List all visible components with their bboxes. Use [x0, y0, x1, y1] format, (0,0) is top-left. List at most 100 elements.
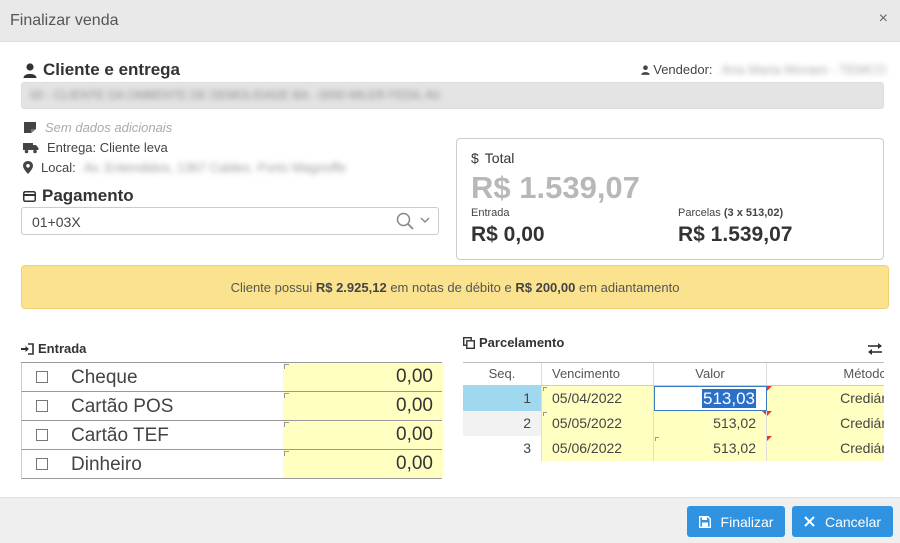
customer-balance-alert: Cliente possui R$ 2.925,12 em notas de d…: [21, 265, 889, 309]
entrada-row-label: Cartão TEF: [71, 425, 169, 446]
client-value: 00 - CLIENTE DA OMBENTE DE DEMOLIDADE BA…: [30, 88, 443, 102]
dialog-titlebar: Finalizar venda ×: [0, 0, 900, 42]
swap-icon[interactable]: [867, 342, 883, 355]
entrada-heading-label: Entrada: [38, 341, 87, 356]
save-icon: [698, 515, 711, 528]
cancelar-label: Cancelar: [824, 513, 882, 530]
vendedor-label: Vendedor:: [653, 62, 713, 77]
checkbox[interactable]: [36, 429, 48, 441]
cell-corner-marker: [767, 411, 772, 416]
note-icon: [24, 122, 36, 133]
notice-advance: R$ 200,00: [515, 280, 576, 295]
map-pin-icon: [23, 161, 33, 174]
additional-data-label: Sem dados adicionais: [45, 120, 173, 135]
entrada-row-label: Dinheiro: [71, 454, 142, 475]
column-header-vencimento[interactable]: Vencimento: [542, 363, 654, 385]
total-value: R$ 1.539,07: [471, 170, 640, 205]
cell-vencimento-text: 05/06/2022: [552, 440, 623, 456]
cell-valor[interactable]: 513,02: [654, 436, 767, 461]
notice-text-3: em adiantamento: [578, 280, 680, 295]
cell-metodo-text: Crediár: [840, 390, 884, 406]
payment-select[interactable]: 01+03X: [21, 207, 439, 235]
user-small-icon: [641, 64, 650, 75]
location-label: Local:: [41, 160, 76, 175]
copy-icon: [463, 336, 475, 349]
notice-text-1: Cliente possui: [230, 280, 313, 295]
total-summary-box: $ Total R$ 1.539,07 Entrada R$ 0,00 Parce…: [456, 138, 884, 260]
checkbox[interactable]: [36, 371, 48, 383]
entrada-row: Dinheiro 0,00: [21, 450, 443, 479]
checkbox[interactable]: [36, 400, 48, 412]
location-value: Av. Entendidos, 1367 Caldes. Porto Magno…: [83, 160, 347, 175]
parcelas-label: Parcelas: [678, 207, 721, 219]
cell-corner-marker: [543, 412, 547, 416]
cell-corner-marker: [767, 436, 772, 441]
column-header-seq[interactable]: Seq.: [463, 363, 542, 385]
checkbox[interactable]: [36, 458, 48, 470]
cell-metodo[interactable]: Crediár: [767, 386, 884, 411]
search-icon[interactable]: [396, 212, 414, 230]
entrada-row-value[interactable]: 0,00: [283, 392, 443, 420]
notice-text-2: em notas de débito e: [390, 280, 512, 295]
truck-icon: [23, 142, 39, 153]
entrada-row-value[interactable]: 0,00: [283, 363, 443, 391]
cell-seq[interactable]: 1: [463, 386, 542, 411]
vendedor-info: Vendedor: Ana Maria Moraes - TEMCO: [641, 62, 886, 77]
client-field[interactable]: 00 - CLIENTE DA OMBENTE DE DEMOLIDADE BA…: [21, 82, 884, 109]
entrada-row-value[interactable]: 0,00: [283, 421, 443, 449]
table-row[interactable]: 2 05/05/2022 513,02 Crediár: [463, 411, 884, 436]
cliente-heading: Cliente e entrega: [23, 60, 180, 80]
cell-seq[interactable]: 3: [463, 436, 542, 461]
entrada-summary-label: Entrada: [471, 207, 510, 219]
finalizar-label: Finalizar: [720, 513, 774, 530]
entrada-row-value[interactable]: 0,00: [283, 450, 443, 478]
cancelar-button[interactable]: Cancelar: [792, 506, 893, 537]
notice-debit: R$ 2.925,12: [315, 280, 387, 295]
total-label-row: $ Total: [471, 150, 514, 166]
entrada-row-label: Cheque: [71, 367, 138, 388]
cell-vencimento[interactable]: 05/06/2022: [542, 436, 654, 461]
entrada-row: Cartão TEF 0,00: [21, 421, 443, 450]
column-header-metodo[interactable]: Métodc: [767, 363, 884, 385]
table-row[interactable]: 3 05/06/2022 513,02 Crediár: [463, 436, 884, 461]
cell-metodo[interactable]: Crediár: [767, 411, 884, 436]
parcelas-detail: (3 x 513,02): [723, 207, 784, 219]
vendedor-value: Ana Maria Moraes - TEMCO: [721, 62, 886, 77]
cell-seq[interactable]: 2: [463, 411, 542, 436]
table-row[interactable]: 1 05/04/2022 513,03 Crediár: [463, 386, 884, 411]
entrada-row-label: Cartão POS: [71, 396, 174, 417]
cell-valor-editing[interactable]: 513,03: [654, 386, 767, 411]
cell-corner-marker: [655, 437, 659, 441]
additional-data-row[interactable]: Sem dados adicionais: [23, 120, 172, 135]
pagamento-heading-label: Pagamento: [42, 186, 134, 205]
parcelamento-heading-label: Parcelamento: [479, 335, 565, 350]
chevron-down-icon[interactable]: [420, 216, 430, 224]
parcelamento-grid: Seq. Vencimento Valor Métodc 1 05/04/202…: [463, 362, 884, 461]
cell-valor-text: 513,02: [713, 440, 756, 456]
entrada-heading: Entrada: [21, 341, 86, 356]
finalizar-button[interactable]: Finalizar: [687, 506, 785, 537]
cell-valor-text: 513,03: [702, 389, 756, 408]
close-icon[interactable]: ×: [879, 10, 888, 28]
cell-metodo-text: Crediár: [840, 440, 884, 456]
dialog-footer: Finalizar Cancelar: [0, 497, 900, 543]
dialog-title: Finalizar venda: [10, 12, 119, 29]
column-header-valor[interactable]: Valor: [654, 363, 767, 385]
entrada-table: Cheque 0,00 Cartão POS 0,00 Cartão TEF 0…: [21, 362, 443, 479]
cell-vencimento[interactable]: 05/05/2022: [542, 411, 654, 436]
entrada-row: Cheque 0,00: [21, 363, 443, 392]
cliente-heading-label: Cliente e entrega: [43, 60, 180, 79]
cell-vencimento[interactable]: 05/04/2022: [542, 386, 654, 411]
user-icon: [23, 62, 37, 78]
delivery-label: Entrega: Cliente leva: [47, 140, 168, 155]
cell-valor[interactable]: 513,02: [654, 411, 767, 436]
total-label: Total: [484, 150, 515, 166]
entrada-summary-value: R$ 0,00: [471, 223, 545, 246]
cell-valor-text: 513,02: [713, 415, 756, 431]
cell-vencimento-text: 05/04/2022: [552, 390, 623, 406]
cell-metodo-text: Crediár: [840, 415, 884, 431]
sign-in-icon: [21, 342, 34, 355]
dollar-icon: $: [471, 150, 479, 166]
payment-select-value: 01+03X: [32, 214, 81, 230]
cell-metodo[interactable]: Crediár: [767, 436, 884, 461]
